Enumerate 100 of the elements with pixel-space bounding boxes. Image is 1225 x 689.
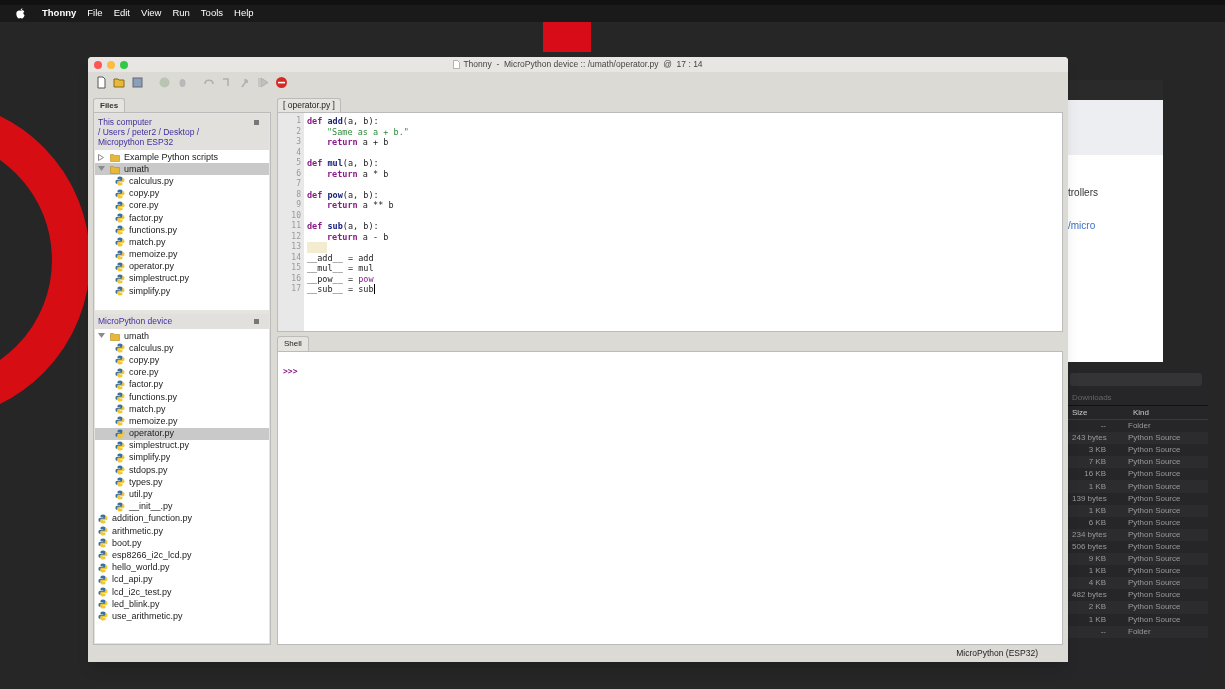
tree-item[interactable]: __init__.py: [95, 500, 269, 513]
tree-item[interactable]: memoize.py: [95, 248, 269, 261]
tree-item[interactable]: led_blink.py: [95, 598, 269, 611]
python-file-icon: [115, 452, 125, 463]
menu-item[interactable]: Tools: [200, 6, 224, 21]
tree-item[interactable]: types.py: [95, 476, 269, 489]
document-icon: [453, 60, 461, 69]
run-icon[interactable]: [158, 75, 171, 89]
panel-menu-icon[interactable]: [254, 120, 259, 125]
line-number: 17: [290, 284, 302, 295]
menu-item[interactable]: View: [141, 6, 162, 21]
tree-item[interactable]: core.py: [95, 366, 269, 379]
python-file-icon: [98, 550, 108, 561]
status-text: MicroPython (ESP32): [956, 647, 1038, 660]
tree-item[interactable]: lcd_api.py: [95, 573, 269, 586]
tree-item[interactable]: core.py: [95, 199, 269, 212]
column-header[interactable]: Kind: [1133, 406, 1149, 419]
stop-icon[interactable]: [275, 75, 288, 89]
python-file-icon: [98, 611, 108, 622]
menu-item[interactable]: File: [87, 6, 103, 21]
tree-item[interactable]: hello_world.py: [95, 561, 269, 574]
tree-item[interactable]: umath: [95, 163, 269, 176]
tree-item[interactable]: calculus.py: [95, 175, 269, 188]
size-cell-text: 9 KB: [1087, 553, 1106, 566]
code-line: def mul(a, b):: [307, 158, 379, 169]
path-text[interactable]: Micropython ESP32: [98, 137, 254, 147]
path-text[interactable]: / Users / peter2 / Desktop /: [98, 127, 254, 137]
close-window-button[interactable]: [94, 60, 102, 69]
tree-item[interactable]: factor.py: [95, 378, 269, 391]
tree-item[interactable]: simplestruct.py: [95, 272, 269, 286]
tree-item[interactable]: factor.py: [95, 211, 269, 225]
resume-icon[interactable]: [257, 75, 270, 89]
files-tab[interactable]: Files: [93, 98, 126, 112]
python-file-icon: [115, 367, 125, 378]
shell-console[interactable]: >>>: [277, 351, 1063, 645]
kind-cell: Python Source: [1128, 528, 1181, 541]
code-line: __add__ = add: [307, 252, 374, 263]
tree-item[interactable]: calculus.py: [95, 342, 269, 355]
python-file-icon: [98, 574, 108, 585]
size-cell-text: 3 KB: [1087, 444, 1106, 457]
save-icon[interactable]: [131, 75, 144, 89]
python-file-icon: [115, 343, 125, 354]
tree-item[interactable]: use_arithmetic.py: [95, 610, 269, 623]
tree-item[interactable]: util.py: [95, 488, 269, 501]
tree-item[interactable]: functions.py: [95, 224, 269, 237]
expanded-triangle-icon[interactable]: [98, 333, 106, 340]
column-header[interactable]: Size: [1072, 406, 1127, 419]
tree-item[interactable]: stdops.py: [95, 464, 269, 477]
tree-item[interactable]: simplestruct.py: [95, 439, 269, 452]
apple-logo-icon[interactable]: [16, 8, 25, 19]
tree-item[interactable]: functions.py: [95, 390, 269, 404]
code-line: return a + b: [327, 137, 389, 148]
kind-cell: Folder: [1128, 625, 1151, 638]
tree-item[interactable]: match.py: [95, 236, 269, 249]
tree-item[interactable]: simplify.py: [95, 451, 269, 465]
panel-menu-icon[interactable]: [254, 319, 259, 324]
kind-cell: Python Source: [1128, 601, 1181, 614]
tree-item[interactable]: memoize.py: [95, 415, 269, 428]
tree-item[interactable]: arithmetic.py: [95, 525, 269, 538]
size-cell: 243 bytes: [1072, 432, 1106, 445]
tree-item[interactable]: boot.py: [95, 537, 269, 550]
tree-item[interactable]: simplify.py: [95, 285, 269, 298]
tree-item[interactable]: addition_function.py: [95, 512, 269, 525]
page-link[interactable]: /micro: [1068, 218, 1163, 233]
app-menu[interactable]: Thonny: [42, 6, 77, 21]
tree-item[interactable]: umath: [95, 330, 269, 343]
code-line: return a - b: [327, 231, 389, 242]
zoom-window-button[interactable]: [120, 60, 128, 69]
collapsed-triangle-icon[interactable]: [98, 153, 106, 161]
tree-item[interactable]: lcd_i2c_test.py: [95, 585, 269, 599]
tree-item[interactable]: operator.py: [95, 260, 269, 273]
kind-cell: Python Source: [1128, 480, 1181, 493]
menu-item[interactable]: Help: [234, 6, 254, 21]
kind-cell: Python Source: [1128, 565, 1181, 578]
tree-item[interactable]: esp8266_i2c_lcd.py: [95, 549, 269, 562]
size-cell-text: 1 KB: [1087, 480, 1106, 493]
python-file-icon: [115, 261, 125, 272]
editor-tab[interactable]: [ operator.py ]: [277, 98, 341, 112]
line-number: 9: [295, 200, 302, 211]
path-text[interactable]: This computer: [98, 117, 254, 127]
python-file-icon: [98, 562, 108, 573]
new-file-icon[interactable]: [95, 75, 108, 89]
tree-item[interactable]: match.py: [95, 403, 269, 416]
open-folder-icon[interactable]: [113, 75, 126, 89]
shell-tab[interactable]: Shell: [277, 336, 309, 351]
code-editor[interactable]: [277, 112, 1063, 332]
code-line: __sub__ = sub: [307, 284, 374, 295]
tree-item[interactable]: copy.py: [95, 187, 269, 200]
tree-item[interactable]: copy.py: [95, 354, 269, 367]
minimize-window-button[interactable]: [107, 60, 115, 69]
line-number: 13: [290, 242, 302, 253]
line-number: 12: [290, 231, 302, 242]
menu-item[interactable]: Edit: [113, 6, 130, 21]
expanded-triangle-icon[interactable]: [98, 166, 106, 173]
menu-item[interactable]: Run: [172, 6, 190, 21]
python-file-icon: [115, 176, 125, 187]
python-file-icon: [115, 200, 125, 211]
python-file-icon: [115, 501, 125, 512]
tree-item[interactable]: Example Python scripts: [95, 151, 269, 164]
tree-item[interactable]: operator.py: [95, 427, 269, 440]
